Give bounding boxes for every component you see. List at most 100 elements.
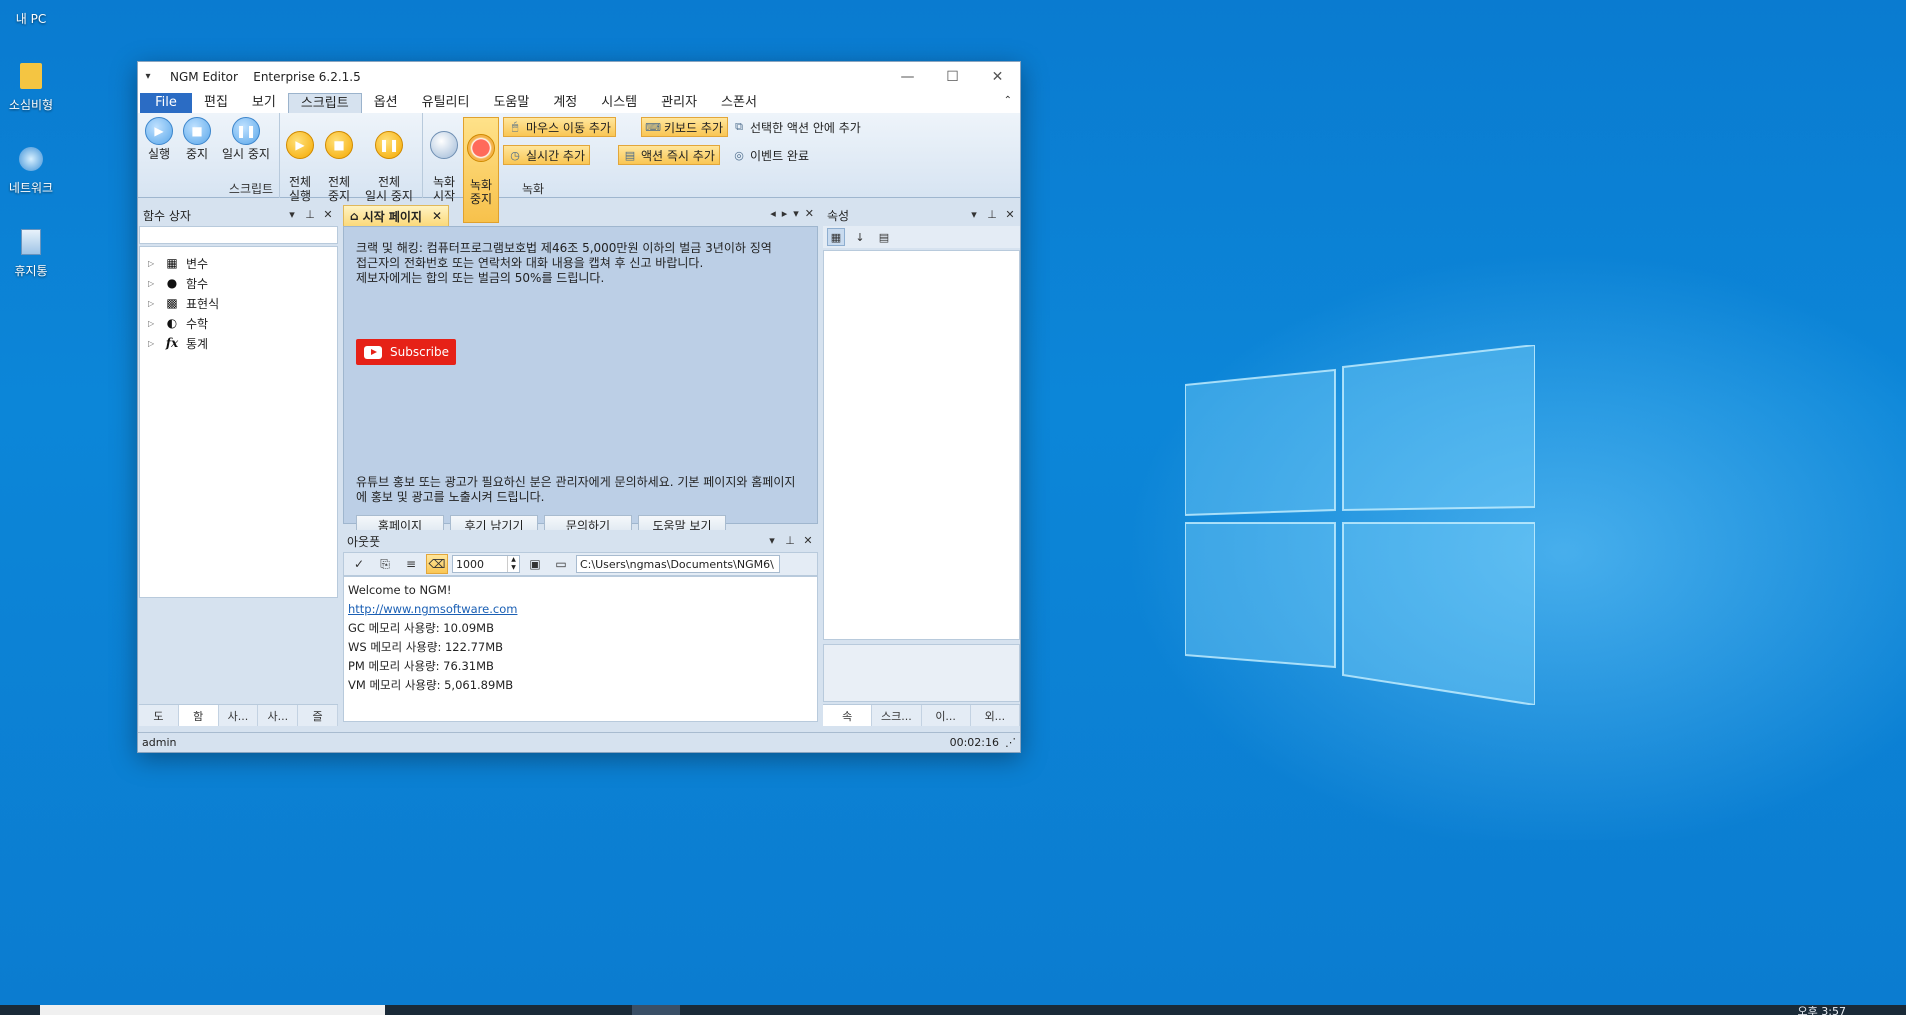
record-start-button[interactable]: 녹화 시작 [429, 117, 459, 217]
youtube-subscribe-button[interactable]: Subscribe [356, 339, 456, 365]
maximize-button[interactable]: ☐ [930, 62, 975, 91]
sort-alpha-icon[interactable]: ↓ [851, 228, 869, 246]
keyboard-icon: ⌨ [645, 120, 661, 134]
function-box-pane: 함수 상자 ▾ ⊥ ✕ ▷ ▦ 변수 ▷ ● 함수 ▷ ▩ 표현식 ▷ ◐ 수학… [139, 204, 338, 726]
tab-left-0[interactable]: 도 [139, 705, 179, 726]
property-pages-icon[interactable]: ▤ [875, 228, 893, 246]
open-folder-icon[interactable]: ▭ [550, 554, 572, 574]
stop-all-button[interactable]: ■ 전체 중지 [323, 117, 355, 217]
right-pane-tabs: 속 스크... 이... 외... [823, 704, 1020, 726]
log-line: Welcome to NGM! [348, 583, 452, 597]
stepper-arrows-icon[interactable]: ▲ ▼ [507, 556, 519, 572]
menu-admin[interactable]: 관리자 [649, 93, 709, 113]
stop-all-icon: ■ [325, 131, 353, 159]
network-icon [15, 143, 47, 175]
ribbon-collapse-icon[interactable]: ⌃ [1004, 95, 1012, 106]
tree-node-expression[interactable]: ▷ ▩ 표현식 [140, 293, 337, 313]
taskbar-search[interactable] [40, 1005, 385, 1015]
add-realtime-button[interactable]: ◷ 실시간 추가 [503, 145, 591, 165]
ribbon-group-label-script: 스크립트 [228, 182, 274, 196]
expand-icon[interactable]: ▷ [148, 259, 160, 268]
categorized-icon[interactable]: ▦ [827, 228, 845, 246]
menu-system[interactable]: 시스템 [589, 93, 649, 113]
desktop-icon-network[interactable]: 네트워크 [0, 143, 62, 196]
menu-account[interactable]: 계정 [541, 93, 589, 113]
tab-right-1[interactable]: 스크... [872, 705, 922, 726]
pin-icon[interactable]: ⊥ [302, 206, 318, 222]
output-title: 아웃풋 [347, 534, 381, 549]
doc-close-icon[interactable]: ✕ [805, 207, 814, 220]
tab-list-icon[interactable]: ▾ [793, 207, 799, 220]
quick-access-dropdown-icon[interactable]: ▾ [138, 71, 158, 82]
tree-node-function[interactable]: ▷ ● 함수 [140, 273, 337, 293]
tab-left-3[interactable]: 사... [258, 705, 299, 726]
log-link[interactable]: http://www.ngmsoftware.com [348, 600, 813, 619]
tab-right-2[interactable]: 이... [922, 705, 971, 726]
tab-left-2[interactable]: 사... [219, 705, 259, 726]
pane-close-icon[interactable]: ✕ [1002, 206, 1018, 222]
pane-dropdown-icon[interactable]: ▾ [764, 532, 780, 548]
stop-button[interactable]: ■ 중지 [182, 117, 212, 161]
tree-node-math[interactable]: ▷ ◐ 수학 [140, 313, 337, 333]
user-folder-icon [15, 60, 47, 92]
tab-right-0[interactable]: 속 [823, 705, 873, 726]
save-icon[interactable]: ▣ [524, 554, 546, 574]
expand-icon[interactable]: ▷ [148, 279, 160, 288]
menu-sponsor[interactable]: 스폰서 [709, 93, 769, 113]
menu-utility[interactable]: 유틸리티 [410, 93, 482, 113]
desktop-icon-recycle[interactable]: 휴지통 [0, 226, 62, 279]
pane-close-icon[interactable]: ✕ [800, 532, 816, 548]
menu-view[interactable]: 보기 [240, 93, 288, 113]
list-icon[interactable]: ≡ [400, 554, 422, 574]
event-done-button[interactable]: ◎ 이벤트 완료 [728, 145, 813, 165]
tab-left-4[interactable]: 즐 [298, 705, 338, 726]
pin-icon[interactable]: ⊥ [984, 206, 1000, 222]
run-all-button[interactable]: ▶ 전체 실행 [284, 117, 316, 217]
function-search-input[interactable] [139, 226, 338, 244]
add-action-now-button[interactable]: ▤ 액션 즉시 추가 [618, 145, 720, 165]
tab-left-1[interactable]: 함 [178, 705, 219, 726]
tab-close-icon[interactable]: ✕ [432, 209, 442, 223]
menu-help[interactable]: 도움말 [481, 93, 541, 113]
play-all-icon: ▶ [286, 131, 314, 159]
clean-icon[interactable]: ✓ [348, 554, 370, 574]
pane-dropdown-icon[interactable]: ▾ [966, 206, 982, 222]
property-grid[interactable] [823, 250, 1020, 640]
tree-node-statistics[interactable]: ▷ fx 통계 [140, 333, 337, 353]
desktop-icon-pc[interactable]: 내 PC [0, 0, 62, 27]
copy-icon[interactable]: ⎘ [374, 554, 396, 574]
log-line: WS 메모리 사용량: 122.77MB [348, 640, 504, 654]
event-icon: ◎ [734, 148, 744, 162]
close-button[interactable]: ✕ [975, 62, 1020, 91]
output-path-field[interactable]: C:\Users\ngmas\Documents\NGM6\ [576, 555, 780, 573]
resize-grip-icon[interactable]: ⋰ [1005, 736, 1016, 749]
menu-file[interactable]: File [140, 93, 192, 113]
prev-tab-icon[interactable]: ◂ [770, 207, 776, 220]
function-icon: ● [166, 276, 178, 290]
expand-icon[interactable]: ▷ [148, 299, 160, 308]
add-mouse-move-button[interactable]: 🖱 마우스 이동 추가 [503, 117, 616, 137]
pause-all-button[interactable]: ❚❚ 전체 일시 중지 [360, 117, 418, 217]
pin-icon[interactable]: ⊥ [782, 532, 798, 548]
eraser-icon[interactable]: ⌫ [426, 554, 448, 574]
run-button[interactable]: ▶ 실행 [144, 117, 174, 161]
menu-edit[interactable]: 편집 [192, 93, 240, 113]
next-tab-icon[interactable]: ▸ [782, 207, 788, 220]
taskbar-app[interactable] [632, 1005, 680, 1015]
clock-icon: ◷ [510, 148, 520, 162]
pane-dropdown-icon[interactable]: ▾ [284, 206, 300, 222]
menu-script[interactable]: 스크립트 [287, 93, 362, 113]
menu-options[interactable]: 옵션 [362, 93, 410, 113]
desktop-icon-user[interactable]: 소심비형 [0, 60, 62, 113]
tab-right-3[interactable]: 외... [971, 705, 1020, 726]
add-keyboard-button[interactable]: ⌨ 키보드 추가 [641, 117, 729, 137]
expand-icon[interactable]: ▷ [148, 339, 160, 348]
tree-node-variable[interactable]: ▷ ▦ 변수 [140, 253, 337, 273]
add-in-selected-action-button[interactable]: ⧉ 선택한 액션 안에 추가 [728, 117, 865, 137]
tab-start-page[interactable]: ⌂ 시작 페이지 ✕ [343, 205, 450, 226]
pause-button[interactable]: ❚❚ 일시 중지 [218, 117, 274, 161]
minimize-button[interactable]: — [885, 62, 930, 91]
max-lines-stepper[interactable]: 1000 ▲ ▼ [452, 555, 520, 573]
expand-icon[interactable]: ▷ [148, 319, 160, 328]
pane-close-icon[interactable]: ✕ [320, 206, 336, 222]
